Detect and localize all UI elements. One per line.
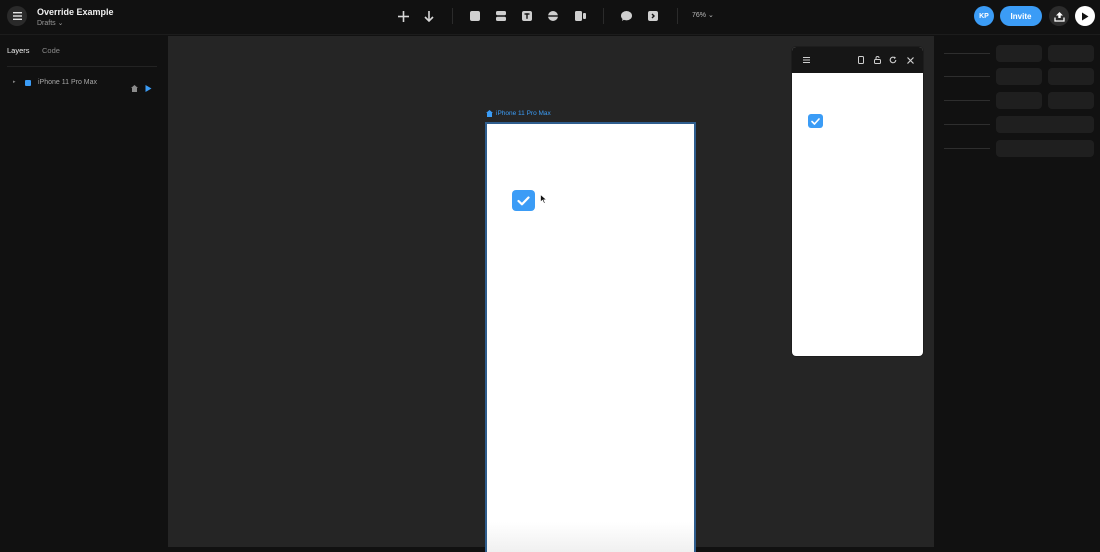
frame-icon bbox=[470, 11, 480, 21]
property-field[interactable] bbox=[1048, 92, 1094, 109]
project-title[interactable]: Override Example bbox=[37, 7, 114, 17]
tab-layers[interactable]: Layers bbox=[7, 46, 30, 55]
property-field[interactable] bbox=[1048, 45, 1094, 62]
project-location[interactable]: Drafts ⌄ bbox=[37, 19, 64, 27]
user-avatar[interactable]: KP bbox=[974, 6, 994, 26]
comment-icon bbox=[620, 11, 632, 21]
publish-button[interactable] bbox=[1049, 6, 1069, 26]
preview-checkbox[interactable] bbox=[808, 114, 823, 128]
layers-panel: Layers Code ▸ iPhone 11 Pro Max bbox=[0, 36, 168, 547]
upload-icon bbox=[1053, 11, 1065, 22]
property-field[interactable] bbox=[1048, 68, 1094, 85]
insert-button[interactable] bbox=[396, 9, 410, 23]
invite-button[interactable]: Invite bbox=[1000, 6, 1042, 26]
zoom-dropdown[interactable]: 76% ⌄ bbox=[692, 11, 714, 19]
top-bar: Override Example Drafts ⌄ 76% ⌄ KP Invit… bbox=[0, 0, 1100, 35]
frame-label[interactable]: iPhone 11 Pro Max bbox=[486, 110, 551, 117]
toolbar-divider bbox=[603, 8, 604, 24]
property-field[interactable] bbox=[996, 140, 1094, 157]
zoom-value: 76% bbox=[692, 12, 707, 19]
tab-code[interactable]: Code bbox=[42, 46, 60, 55]
lock-icon bbox=[873, 56, 881, 64]
properties-panel bbox=[934, 36, 1100, 547]
design-canvas[interactable]: iPhone 11 Pro Max bbox=[168, 36, 934, 552]
import-button[interactable] bbox=[422, 9, 436, 23]
layer-item-iphone-frame[interactable]: ▸ iPhone 11 Pro Max bbox=[0, 76, 168, 92]
stack-tool[interactable] bbox=[494, 9, 508, 23]
comment-tool[interactable] bbox=[619, 9, 633, 23]
iphone-frame[interactable] bbox=[485, 122, 696, 552]
caret-right-icon[interactable]: ▸ bbox=[13, 79, 16, 85]
play-icon bbox=[1082, 12, 1089, 20]
property-label-placeholder bbox=[944, 100, 990, 101]
home-icon bbox=[486, 110, 493, 117]
property-label-placeholder bbox=[944, 76, 990, 77]
component-tool[interactable] bbox=[546, 9, 560, 23]
preview-menu-button[interactable] bbox=[801, 55, 811, 65]
layer-label: iPhone 11 Pro Max bbox=[38, 79, 98, 86]
toolbar-divider bbox=[452, 8, 453, 24]
property-label-placeholder bbox=[944, 53, 990, 54]
chevron-down-icon: ⌄ bbox=[707, 12, 714, 19]
play-icon[interactable] bbox=[145, 79, 152, 97]
property-field[interactable] bbox=[996, 116, 1094, 133]
device-icon bbox=[858, 56, 864, 64]
checkbox[interactable] bbox=[512, 190, 535, 211]
property-field[interactable] bbox=[996, 92, 1042, 109]
refresh-icon bbox=[889, 56, 897, 64]
text-icon bbox=[522, 11, 532, 21]
component-icon bbox=[548, 11, 558, 21]
property-label-placeholder bbox=[944, 124, 990, 125]
stack-icon bbox=[496, 11, 506, 21]
frame-tool[interactable] bbox=[468, 9, 482, 23]
mouse-cursor-icon bbox=[540, 191, 548, 209]
panel-divider bbox=[7, 66, 157, 67]
video-icon bbox=[574, 11, 586, 21]
toolbar-divider bbox=[677, 8, 678, 24]
preview-window[interactable] bbox=[791, 46, 924, 357]
frame-label-text: iPhone 11 Pro Max bbox=[496, 110, 551, 117]
preview-lock-button[interactable] bbox=[872, 55, 882, 65]
property-field[interactable] bbox=[996, 45, 1042, 62]
preview-refresh-button[interactable] bbox=[888, 55, 898, 65]
arrow-down-icon bbox=[424, 10, 434, 22]
property-field[interactable] bbox=[996, 68, 1042, 85]
text-tool[interactable] bbox=[520, 9, 534, 23]
preview-close-button[interactable] bbox=[905, 55, 915, 65]
video-tool[interactable] bbox=[573, 9, 587, 23]
checkmark-icon bbox=[811, 117, 820, 125]
code-icon bbox=[648, 11, 658, 21]
chevron-down-icon: ⌄ bbox=[57, 20, 64, 27]
close-icon bbox=[906, 56, 914, 64]
hamburger-icon bbox=[802, 57, 810, 63]
home-icon[interactable] bbox=[131, 79, 138, 97]
main-menu-button[interactable] bbox=[7, 6, 27, 26]
plus-icon bbox=[397, 10, 409, 22]
hamburger-icon bbox=[12, 12, 22, 20]
checkmark-icon bbox=[517, 195, 530, 205]
preview-play-button[interactable] bbox=[1075, 6, 1095, 26]
code-tool[interactable] bbox=[646, 9, 660, 23]
property-label-placeholder bbox=[944, 148, 990, 149]
frame-layer-icon bbox=[25, 80, 31, 86]
frame-bottom-fade bbox=[487, 522, 694, 552]
preview-toolbar bbox=[792, 47, 923, 73]
preview-device-button[interactable] bbox=[856, 55, 866, 65]
project-location-label: Drafts bbox=[37, 20, 56, 27]
